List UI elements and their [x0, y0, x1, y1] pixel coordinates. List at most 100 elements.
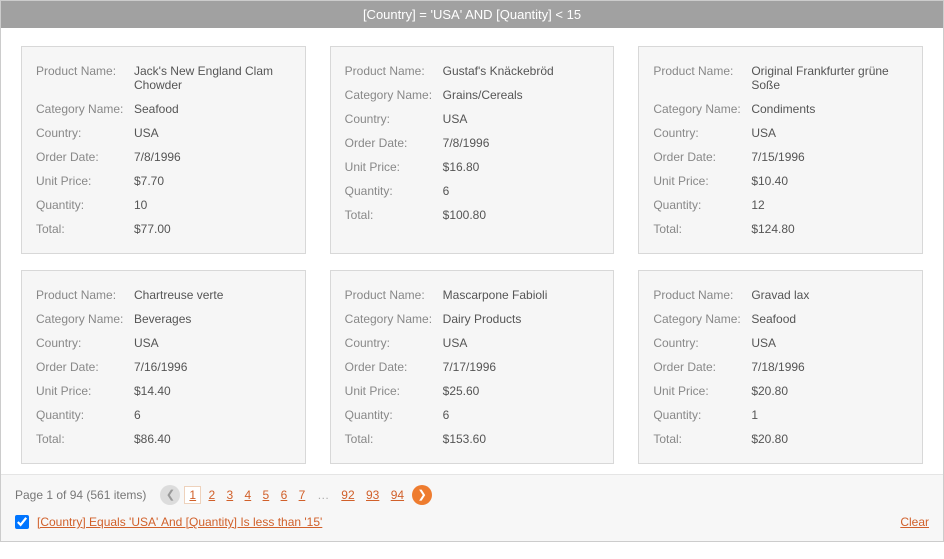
card-value: Grains/Cereals	[441, 88, 600, 102]
filter-header-text: [Country] = 'USA' AND [Quantity] < 15	[363, 7, 581, 22]
card-row: Product Name:Chartreuse verte	[36, 283, 291, 307]
page-number[interactable]: 92	[337, 487, 358, 503]
card-label: Order Date:	[345, 136, 441, 150]
card-value: 7/8/1996	[441, 136, 600, 150]
filter-checkbox[interactable]	[15, 515, 29, 529]
card-label: Unit Price:	[36, 384, 132, 398]
card-label: Quantity:	[345, 408, 441, 422]
card-label: Unit Price:	[36, 174, 132, 188]
card-value: $7.70	[132, 174, 291, 188]
card-row: Country:USA	[653, 121, 908, 145]
page-number[interactable]: 93	[362, 487, 383, 503]
card: Product Name:Mascarpone FabioliCategory …	[330, 270, 615, 464]
footer: Page 1 of 94 (561 items) ❮ 1 2 3 4 5 6 7…	[1, 474, 943, 541]
prev-page-button[interactable]: ❮	[160, 485, 180, 505]
card: Product Name:Original Frankfurter grüne …	[638, 46, 923, 254]
card-label: Order Date:	[345, 360, 441, 374]
card-value: USA	[441, 112, 600, 126]
page-number[interactable]: 7	[295, 487, 310, 503]
card-value: $77.00	[132, 222, 291, 236]
card-row: Quantity:6	[36, 403, 291, 427]
page-number[interactable]: 4	[241, 487, 256, 503]
card-label: Country:	[36, 126, 132, 140]
card-value: USA	[749, 336, 908, 350]
next-page-button[interactable]: ❯	[412, 485, 432, 505]
card-label: Country:	[653, 336, 749, 350]
card-row: Quantity:6	[345, 179, 600, 203]
card-row: Total:$77.00	[36, 217, 291, 241]
card-value: Dairy Products	[441, 312, 600, 326]
card-row: Product Name:Original Frankfurter grüne …	[653, 59, 908, 97]
filter-expression-link[interactable]: [Country] Equals 'USA' And [Quantity] Is…	[37, 515, 322, 529]
card-label: Category Name:	[345, 88, 441, 102]
card-row: Category Name:Grains/Cereals	[345, 83, 600, 107]
card-value: 7/15/1996	[749, 150, 908, 164]
card-label: Total:	[345, 432, 441, 446]
card-row: Order Date:7/18/1996	[653, 355, 908, 379]
card-label: Product Name:	[36, 288, 132, 302]
pager: Page 1 of 94 (561 items) ❮ 1 2 3 4 5 6 7…	[15, 485, 929, 505]
page-number[interactable]: 5	[259, 487, 274, 503]
filter-header: [Country] = 'USA' AND [Quantity] < 15	[1, 1, 943, 28]
card-label: Total:	[653, 222, 749, 236]
page-number[interactable]: 3	[222, 487, 237, 503]
card-label: Order Date:	[653, 150, 749, 164]
card-row: Unit Price:$14.40	[36, 379, 291, 403]
card-value: 6	[132, 408, 291, 422]
card-row: Unit Price:$10.40	[653, 169, 908, 193]
card-label: Quantity:	[653, 198, 749, 212]
card-value: USA	[132, 336, 291, 350]
card-value: 7/16/1996	[132, 360, 291, 374]
chevron-left-icon: ❮	[166, 490, 175, 501]
card: Product Name:Chartreuse verteCategory Na…	[21, 270, 306, 464]
card-value: 10	[132, 198, 291, 212]
card-label: Order Date:	[36, 360, 132, 374]
card-value: 6	[441, 408, 600, 422]
filter-clear-link[interactable]: Clear	[900, 515, 929, 529]
card-label: Order Date:	[36, 150, 132, 164]
card-value: USA	[749, 126, 908, 140]
card-label: Unit Price:	[345, 384, 441, 398]
card-row: Total:$124.80	[653, 217, 908, 241]
card-row: Product Name:Gravad lax	[653, 283, 908, 307]
grid-container: [Country] = 'USA' AND [Quantity] < 15 Pr…	[0, 0, 944, 542]
cards-area: Product Name:Jack's New England Clam Cho…	[1, 28, 943, 474]
card-label: Product Name:	[36, 64, 132, 92]
card-value: Gravad lax	[749, 288, 908, 302]
pages-right: 92 93 94	[337, 488, 408, 502]
card-value: 7/8/1996	[132, 150, 291, 164]
card-value: Original Frankfurter grüne Soße	[749, 64, 908, 92]
card-value: $25.60	[441, 384, 600, 398]
card-label: Category Name:	[36, 312, 132, 326]
page-number[interactable]: 2	[204, 487, 219, 503]
card-row: Total:$20.80	[653, 427, 908, 451]
card-row: Category Name:Beverages	[36, 307, 291, 331]
card-row: Total:$86.40	[36, 427, 291, 451]
card-value: $124.80	[749, 222, 908, 236]
card-value: USA	[441, 336, 600, 350]
card-row: Category Name:Seafood	[36, 97, 291, 121]
card-value: $86.40	[132, 432, 291, 446]
card-value: Gustaf's Knäckebröd	[441, 64, 600, 78]
page-number[interactable]: 1	[184, 486, 201, 504]
card-row: Product Name:Mascarpone Fabioli	[345, 283, 600, 307]
card-value: Seafood	[749, 312, 908, 326]
card-row: Quantity:12	[653, 193, 908, 217]
card-label: Total:	[653, 432, 749, 446]
card-value: 7/17/1996	[441, 360, 600, 374]
card-label: Category Name:	[36, 102, 132, 116]
card-row: Quantity:10	[36, 193, 291, 217]
card-value: $10.40	[749, 174, 908, 188]
card-row: Unit Price:$7.70	[36, 169, 291, 193]
card-label: Quantity:	[36, 408, 132, 422]
card-row: Country:USA	[345, 107, 600, 131]
page-number[interactable]: 6	[277, 487, 292, 503]
card-row: Unit Price:$20.80	[653, 379, 908, 403]
card-value: Mascarpone Fabioli	[441, 288, 600, 302]
card-label: Country:	[653, 126, 749, 140]
card-row: Category Name:Condiments	[653, 97, 908, 121]
card-row: Product Name:Jack's New England Clam Cho…	[36, 59, 291, 97]
card-value: Beverages	[132, 312, 291, 326]
card-value: $14.40	[132, 384, 291, 398]
page-number[interactable]: 94	[387, 487, 408, 503]
